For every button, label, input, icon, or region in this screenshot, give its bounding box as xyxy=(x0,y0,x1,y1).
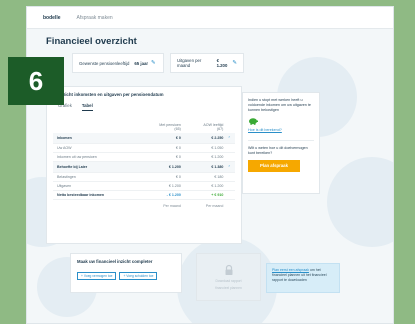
advice-panel: Indien u stopt met werken heeft u voldoe… xyxy=(242,92,320,194)
piggy-bank-icon xyxy=(249,118,258,125)
add-assets-button[interactable]: + Voeg vermogen toe xyxy=(77,272,117,280)
top-nav: bodelle Afspraak maken xyxy=(27,7,393,29)
add-debts-button[interactable]: + Voeg schulden toe xyxy=(119,272,158,280)
table-row[interactable]: Behoefte bij Laier € 1.200 € 1.380 ⌃ xyxy=(53,162,235,173)
chip-label: Gewenste pensioenleeftijd xyxy=(79,60,130,66)
retirement-age-chip[interactable]: Gewenste pensioenleeftijd 65 jaar ✎ xyxy=(72,53,164,73)
chevron-up-icon[interactable]: ⌃ xyxy=(223,136,235,140)
card-title: Overzicht inkomsten en uitgaven per pens… xyxy=(53,92,164,97)
table-row[interactable]: Inkomen € 0 € 2.250 ⌃ xyxy=(53,133,235,144)
goal-question: Wilt u weten hoe u dit doelvermogen kunt… xyxy=(248,145,308,155)
column-header: AOW leeftijd (67) xyxy=(203,123,224,131)
chip-label: Uitgaven per maand xyxy=(177,58,202,68)
step-badge: 6 xyxy=(8,57,64,105)
brand-logo[interactable]: bodelle xyxy=(43,15,61,21)
monthly-expenses-chip[interactable]: Uitgaven per maand € 1.200 ✎ xyxy=(170,53,244,73)
table-row-total: Netto besteedbaar inkomen - € 1.200 + € … xyxy=(53,191,235,200)
complete-insight-card: Maak uw financieel inzicht completer + V… xyxy=(70,253,182,293)
table-footer: Per maand Per maand xyxy=(163,203,224,208)
table-header: Met pensioen (65) AOW leeftijd (67) xyxy=(53,121,235,133)
income-expense-card: Overzicht inkomsten en uitgaven per pens… xyxy=(46,86,242,244)
complete-insight-title: Maak uw financieel inzicht completer xyxy=(77,259,153,264)
locked-line: financieel plannen xyxy=(215,286,242,290)
advice-text: Indien u stopt met werken heeft u voldoe… xyxy=(248,98,311,112)
tab-table[interactable]: Tabel xyxy=(81,103,93,111)
pencil-icon[interactable]: ✎ xyxy=(232,60,237,66)
income-table: Met pensioen (65) AOW leeftijd (67) Inkome… xyxy=(53,121,235,211)
chip-value: 65 jaar xyxy=(134,60,149,66)
divider xyxy=(248,139,314,141)
table-row: Belastingen € 0 € 180 xyxy=(53,173,235,182)
column-header: Met pensioen (65) xyxy=(159,123,181,131)
page-title: Financieel overzicht xyxy=(46,36,137,47)
info-box: Plan eerst een afspraak om het financiee… xyxy=(266,263,340,293)
nav-link-appointment[interactable]: Afspraak maken xyxy=(77,15,113,21)
calculation-link[interactable]: Hoe is dit berekend? xyxy=(248,128,314,133)
plan-appointment-button[interactable]: Plan afspraak xyxy=(248,159,300,172)
table-row: Uw AOW € 0 € 1.050 xyxy=(53,144,235,153)
locked-line: Download rapport xyxy=(215,278,242,283)
lock-icon xyxy=(225,264,232,275)
chevron-up-icon[interactable]: ⌃ xyxy=(223,165,235,169)
table-row: Uitgaven € 1.200 € 1.200 xyxy=(53,182,235,191)
complete-actions: + Voeg vermogen toe + Voeg schulden toe xyxy=(77,272,175,280)
chip-value: € 1.200 xyxy=(216,58,228,68)
pencil-icon[interactable]: ✎ xyxy=(151,60,156,66)
plan-first-link[interactable]: Plan eerst een afspraak xyxy=(272,268,309,272)
decor-bubble xyxy=(327,157,393,247)
table-row: Inkomen uit uw pensioen € 0 € 1.200 xyxy=(53,153,235,162)
view-tabs: Grafiek Tabel xyxy=(53,103,235,111)
locked-download-card: Download rapport financieel plannen xyxy=(196,253,261,301)
